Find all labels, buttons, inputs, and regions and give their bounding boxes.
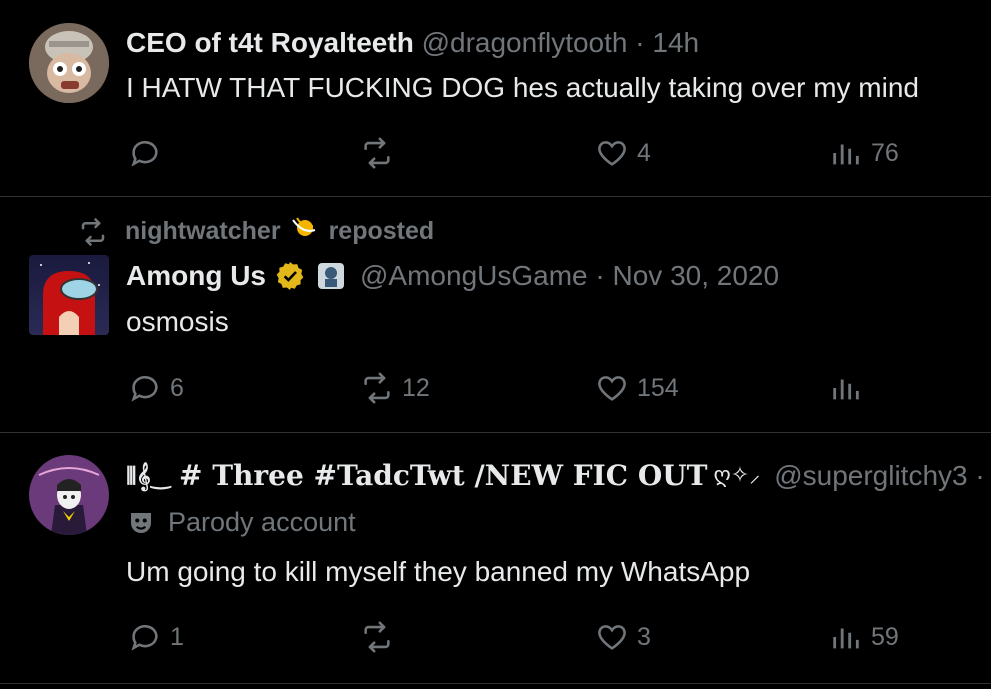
like-count: 154 [637,373,679,402]
handle[interactable]: @superglitchy3 · [774,459,985,493]
timestamp[interactable]: 14h [652,27,699,58]
tweet-3[interactable]: ⦀𝄞‿ # Three #TadcTwt /NEW FIC OUT ღ✧⸝ @s… [0,433,991,683]
display-name[interactable]: CEO of t4t Royalteeth [126,27,414,58]
comet-emoji-icon [289,214,321,249]
display-name[interactable]: # Three #TadcTwt /NEW FIC OUT [179,459,707,493]
tweet-1[interactable]: CEO of t4t Royalteeth @dragonflytooth · … [0,0,991,196]
reply-count: 6 [170,373,184,402]
like-count: 4 [637,138,651,167]
reposter-name[interactable]: nightwatcher [125,217,281,246]
divider [0,683,991,684]
tweet-text: Um going to kill myself they banned my W… [126,556,751,587]
tweet-header: CEO of t4t Royalteeth @dragonflytooth · … [126,27,700,58]
avatar[interactable] [29,455,109,535]
verified-badge-icon [274,260,306,292]
parody-badge: Parody account [126,507,356,538]
repost-icon [364,372,390,404]
tweet-2[interactable]: nightwatcher reposted Among Us @AmongUsG… [0,197,991,432]
name-decoration-icon: ⦀𝄞‿ [126,462,179,490]
reply-button[interactable]: 6 [128,368,184,408]
badge-label: Parody account [168,507,356,537]
views-count: 59 [871,622,899,651]
heart-icon [598,625,626,650]
display-name[interactable]: Among Us [126,259,266,293]
repost-icon [364,621,390,653]
views-icon [833,379,859,400]
tweet-header: Among Us @AmongUsGame · Nov 30, 2020 [126,259,780,293]
action-bar: 1 3 59 [0,617,991,657]
heart-icon [598,376,626,401]
avatar[interactable] [29,23,109,103]
handle[interactable]: @AmongUsGame [360,259,588,293]
views-icon [833,144,859,165]
repost-icon [81,217,105,246]
repost-label: reposted [328,217,435,245]
repost-button[interactable]: 12 [360,368,430,408]
action-bar: 6 12 154 [0,368,991,408]
like-button[interactable]: 3 [595,617,651,657]
tweet-text: I HATW THAT FUCKING DOG hes actually tak… [126,72,919,103]
views-count: 76 [871,138,899,167]
reply-icon [131,625,158,651]
views-button[interactable] [829,368,871,408]
reply-button[interactable]: 1 [128,617,184,657]
like-button[interactable]: 154 [595,368,679,408]
reply-icon [131,376,158,402]
views-button[interactable]: 59 [829,617,899,657]
theater-mask-icon [131,512,151,533]
tweet-text: osmosis [126,306,229,337]
reply-count: 1 [170,622,184,651]
repost-icon [364,137,390,169]
timestamp[interactable]: Nov 30, 2020 [613,259,780,293]
repost-count: 12 [402,373,430,402]
reply-button[interactable] [128,133,170,173]
affiliate-badge-icon [316,261,346,291]
avatar[interactable] [29,255,109,335]
reply-icon [131,141,158,167]
name-emoji-icon: ღ✧⸝ [713,463,761,488]
like-button[interactable]: 4 [595,133,651,173]
heart-icon [598,141,626,166]
views-button[interactable]: 76 [829,133,899,173]
repost-button[interactable] [360,617,402,657]
handle[interactable]: @dragonflytooth [422,27,628,58]
views-icon [833,628,859,649]
like-count: 3 [637,622,651,651]
tweet-header: ⦀𝄞‿ # Three #TadcTwt /NEW FIC OUT ღ✧⸝ @s… [126,459,985,493]
action-bar: 4 76 [0,133,991,173]
repost-context: nightwatcher reposted [78,214,434,249]
repost-button[interactable] [360,133,402,173]
